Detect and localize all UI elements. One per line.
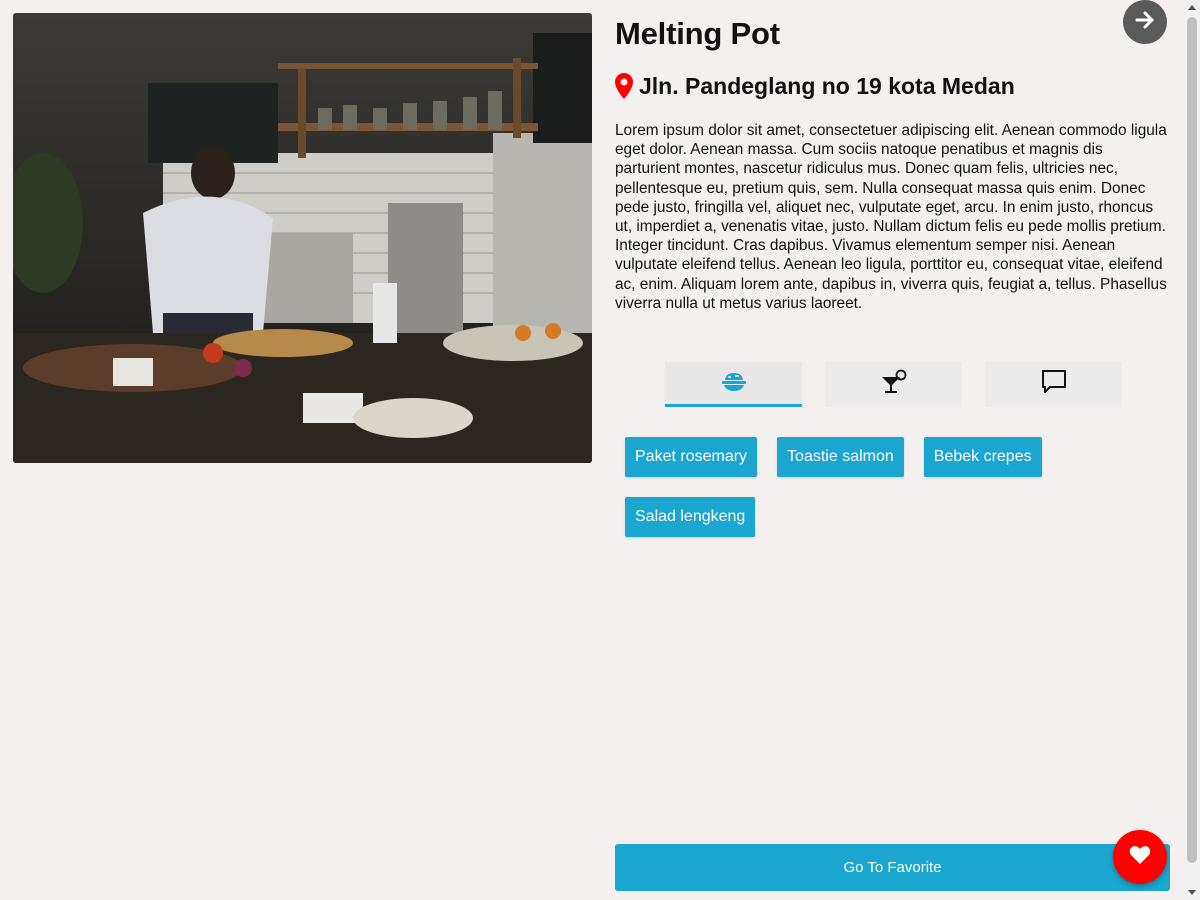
comment-icon: [1041, 369, 1067, 400]
tab-menu-food[interactable]: [665, 362, 802, 407]
restaurant-description: Lorem ipsum dolor sit amet, consectetuer…: [615, 122, 1167, 312]
restaurant-name: Melting Pot: [615, 16, 780, 51]
menu-item-list: Paket rosemary Toastie salmon Bebek crep…: [625, 437, 1085, 537]
scroll-up-icon[interactable]: [1188, 5, 1196, 10]
tab-comments[interactable]: [985, 362, 1122, 407]
restaurant-address: Jln. Pandeglang no 19 kota Medan: [615, 70, 1015, 102]
heart-icon: [1129, 845, 1151, 870]
menu-item-chip[interactable]: Bebek crepes: [923, 437, 1042, 477]
address-text: Jln. Pandeglang no 19 kota Medan: [639, 73, 1015, 99]
arrow-right-icon: [1135, 10, 1155, 35]
menu-item-chip[interactable]: Salad lengkeng: [625, 497, 756, 537]
favorite-button[interactable]: [1113, 830, 1167, 884]
scroll-down-icon[interactable]: [1188, 890, 1196, 895]
menu-item-chip[interactable]: Toastie salmon: [777, 437, 904, 477]
tab-menu-drinks[interactable]: [825, 362, 962, 407]
detail-tabs: [665, 362, 1122, 407]
location-pin-icon: [615, 73, 633, 99]
vertical-scrollbar[interactable]: [1184, 0, 1200, 900]
food-bowl-icon: [721, 370, 747, 399]
go-to-favorite-button[interactable]: Go To Favorite: [615, 844, 1170, 891]
scrollbar-thumb[interactable]: [1187, 17, 1197, 863]
restaurant-photo: [13, 13, 592, 463]
menu-item-chip[interactable]: Paket rosemary: [625, 437, 758, 477]
cocktail-icon: [880, 369, 908, 400]
next-button[interactable]: [1123, 0, 1167, 44]
